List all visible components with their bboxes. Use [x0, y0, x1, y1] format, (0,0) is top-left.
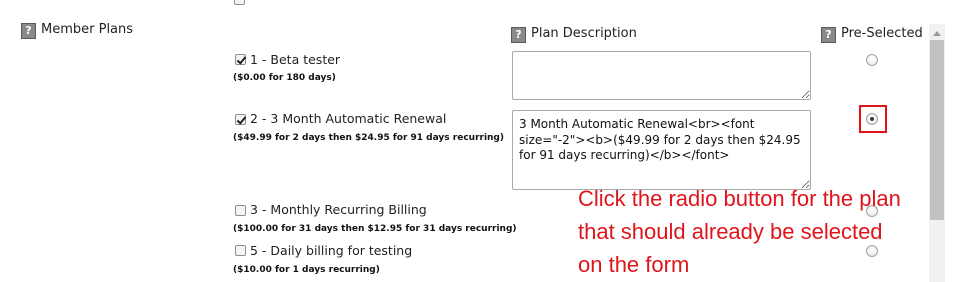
plan-1-title: 1 - Beta tester: [250, 52, 341, 67]
member-plans-label: Member Plans: [41, 22, 134, 37]
plan-1-checkbox[interactable]: [235, 54, 246, 65]
question-mark-icon[interactable]: ?: [821, 27, 836, 43]
plan-1-subtitle: ($0.00 for 180 days): [233, 73, 336, 83]
pre-selected-header: Pre-Selected: [841, 26, 923, 41]
plan-2-checkbox[interactable]: [235, 114, 246, 125]
plan-5-subtitle: ($10.00 for 1 days recurring): [233, 265, 380, 275]
plan-2-preselect-radio[interactable]: [866, 113, 878, 125]
plan-2-subtitle: ($49.99 for 2 days then $24.95 for 91 da…: [233, 133, 504, 143]
question-mark-icon[interactable]: ?: [511, 27, 526, 43]
plan-5-checkbox[interactable]: [235, 245, 246, 256]
plan-3-subtitle: ($100.00 for 31 days then $12.95 for 31 …: [233, 224, 517, 234]
plan-3-title: 3 - Monthly Recurring Billing: [250, 202, 427, 217]
plan-1-preselect-radio[interactable]: [866, 54, 878, 66]
member-plans-form: ? Member Plans ? Plan Description ? Pre-…: [0, 0, 955, 282]
partial-checkbox[interactable]: [234, 0, 245, 5]
instruction-annotation: Click the radio button for the plan that…: [578, 186, 901, 277]
plan-2-description-textarea[interactable]: 3 Month Automatic Renewal<br><font size=…: [512, 110, 811, 190]
question-mark-icon[interactable]: ?: [21, 23, 36, 39]
scrollbar-thumb[interactable]: [930, 40, 944, 220]
vertical-scrollbar[interactable]: [929, 24, 945, 282]
plan-3-checkbox[interactable]: [235, 205, 246, 216]
scroll-up-arrow-icon[interactable]: [933, 31, 941, 36]
plan-2-title: 2 - 3 Month Automatic Renewal: [250, 111, 447, 126]
plan-1-description-textarea[interactable]: [512, 51, 811, 100]
plan-5-title: 5 - Daily billing for testing: [250, 243, 413, 258]
plan-description-header: Plan Description: [531, 26, 637, 41]
